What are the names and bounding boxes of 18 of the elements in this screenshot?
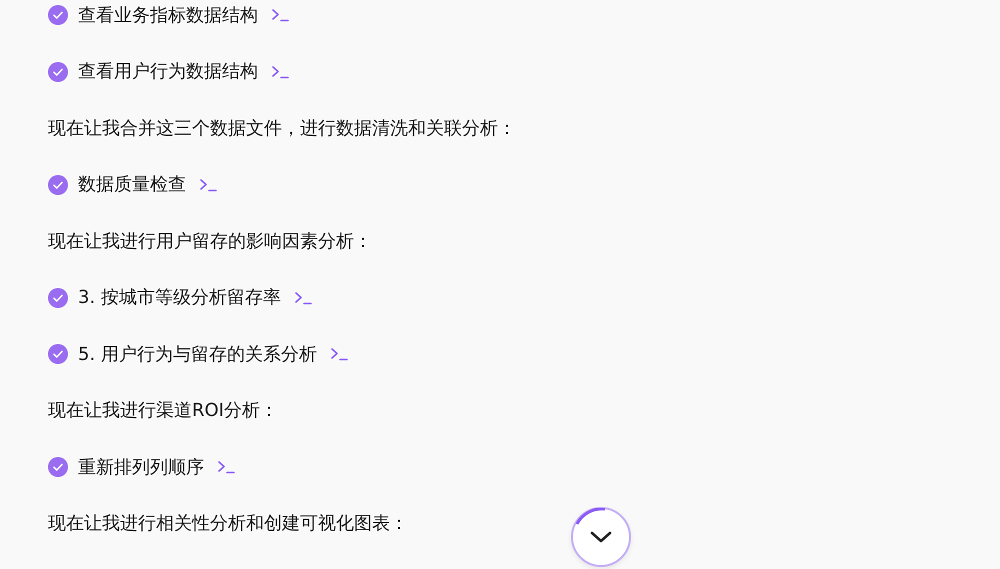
message-text: 现在让我进行渠道ROI分析： <box>48 399 278 424</box>
terminal-icon[interactable] <box>294 290 313 305</box>
step-label: 3. 按城市等级分析留存率 <box>78 286 281 310</box>
terminal-icon[interactable] <box>218 460 236 474</box>
step-label: 数据质量检查 <box>78 173 186 198</box>
terminal-icon[interactable] <box>272 8 290 22</box>
step-label: 重新排列列顺序 <box>78 456 204 480</box>
terminal-icon[interactable] <box>272 64 290 79</box>
step-label: 5. 用户行为与留存的关系分析 <box>78 342 317 367</box>
message-text: 现在让我进行用户留存的影响因素分析： <box>48 230 372 254</box>
step-label: 查看用户行为数据结构 <box>78 60 258 84</box>
spinner-arc-icon <box>576 508 607 525</box>
step-label: 查看业务指标数据结构 <box>78 4 258 28</box>
message-text: 现在让我进行相关性分析和创建可视化图表： <box>48 512 408 536</box>
chevron-down-icon <box>590 530 612 544</box>
terminal-icon[interactable] <box>200 178 218 192</box>
message-text: 现在让我合并这三个数据文件，进行数据清洗和关联分析： <box>48 116 516 141</box>
terminal-icon[interactable] <box>330 347 349 362</box>
